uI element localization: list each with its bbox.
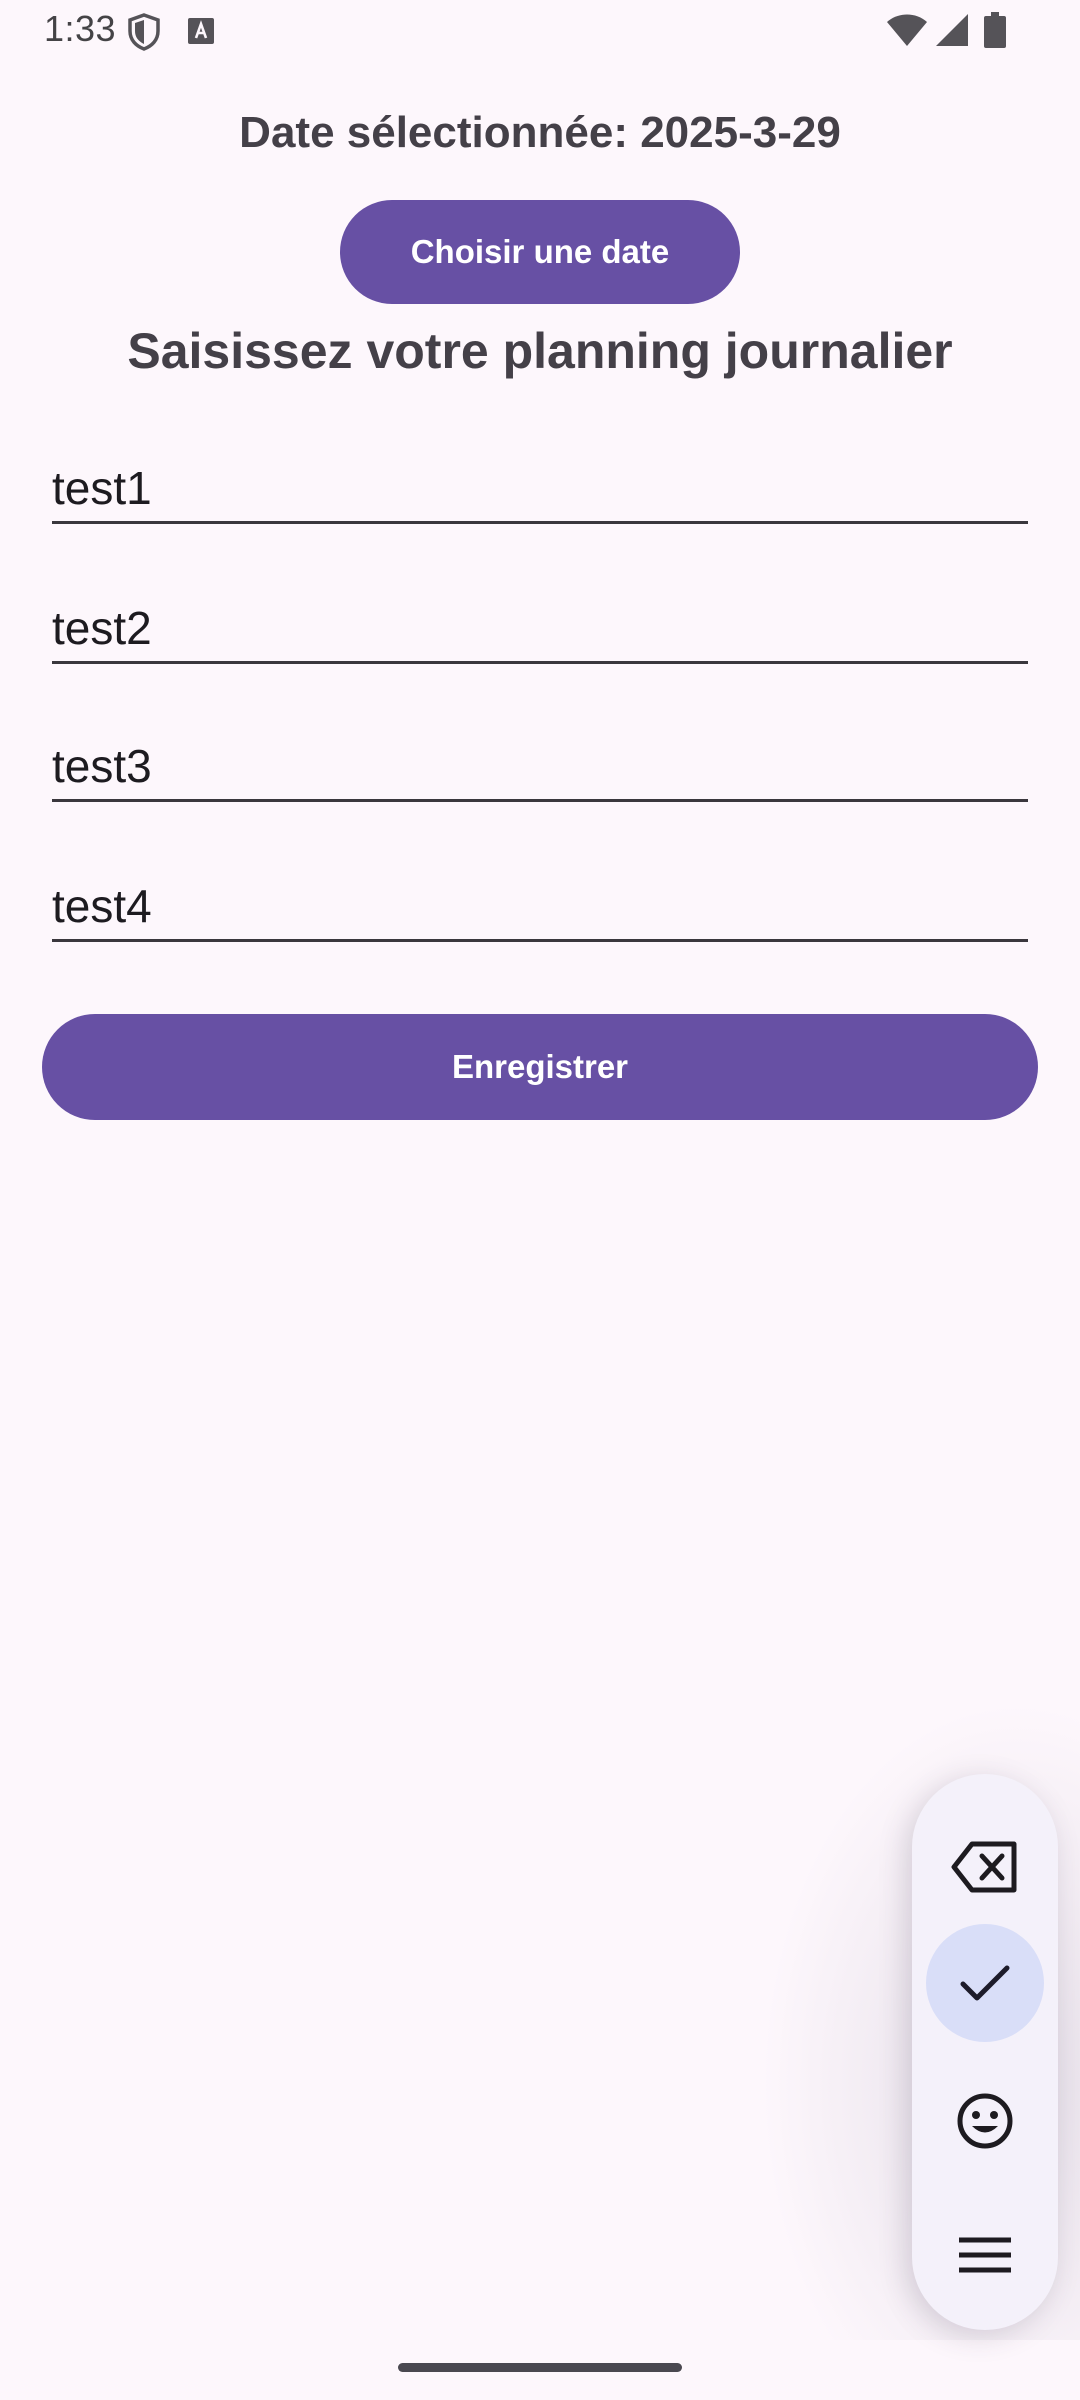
menu-button[interactable] xyxy=(926,2196,1044,2314)
planning-input-1[interactable] xyxy=(52,461,1028,515)
check-button[interactable] xyxy=(926,1924,1044,2042)
backspace-button[interactable] xyxy=(926,1808,1044,1926)
signal-icon xyxy=(936,14,968,46)
planning-field-1[interactable] xyxy=(52,444,1028,524)
floating-keyboard-toolbar xyxy=(912,1774,1058,2330)
planning-input-3[interactable] xyxy=(52,739,1028,793)
emoji-icon xyxy=(957,2093,1013,2149)
planning-input-4[interactable] xyxy=(52,879,1028,933)
emoji-button[interactable] xyxy=(926,2062,1044,2180)
planning-input-2[interactable] xyxy=(52,601,1028,655)
pick-date-button[interactable]: Choisir une date xyxy=(340,200,740,304)
keyboard-a-icon xyxy=(188,18,214,44)
planning-field-3[interactable] xyxy=(52,722,1028,802)
status-bar: 1:33 xyxy=(0,0,1080,64)
battery-icon xyxy=(984,12,1006,48)
status-time: 1:33 xyxy=(44,8,117,49)
planning-field-4[interactable] xyxy=(52,862,1028,942)
planning-field-2[interactable] xyxy=(52,584,1028,664)
screen: 1:33 Date sélectionnée: 2025-3-29 Choisi… xyxy=(0,0,1080,2400)
wifi-icon xyxy=(887,14,927,46)
save-button[interactable]: Enregistrer xyxy=(42,1014,1038,1120)
shield-icon xyxy=(128,13,160,51)
backspace-icon xyxy=(951,1841,1017,1893)
menu-icon xyxy=(959,2237,1011,2273)
check-icon xyxy=(960,1965,1010,2001)
selected-date-label: Date sélectionnée: 2025-3-29 xyxy=(239,108,841,157)
page-heading: Saisissez votre planning journalier xyxy=(127,323,953,379)
gesture-nav-handle[interactable] xyxy=(398,2363,682,2372)
